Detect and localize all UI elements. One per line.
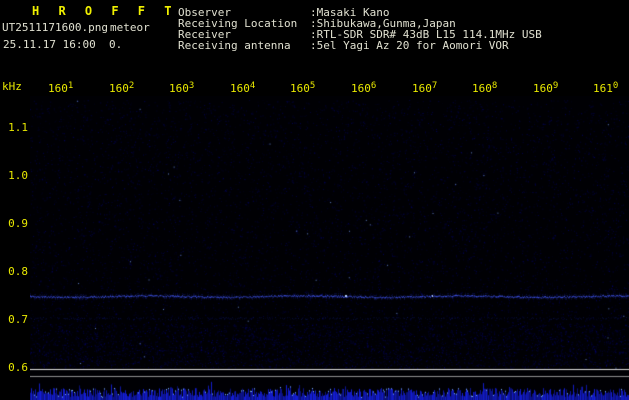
info-label: Receiving antenna: [178, 39, 291, 52]
time-tick-label: 1607: [412, 82, 437, 95]
output-filename: UT2511171600.png: [2, 21, 108, 34]
time-tick-label: 1605: [290, 82, 315, 95]
time-tick-label: 1610: [593, 82, 618, 95]
time-tick-label: 1602: [109, 82, 134, 95]
time-tick-label: 1604: [230, 82, 255, 95]
freq-tick-label: 1.1: [4, 121, 28, 134]
y-axis-unit-label: kHz: [2, 80, 22, 93]
freq-tick-label: 1.0: [4, 169, 28, 182]
time-tick-label: 1603: [169, 82, 194, 95]
filename-row: UT2511171600.png meteor: [2, 21, 150, 34]
time-tick-label: 1601: [48, 82, 73, 95]
freq-tick-label: 0.6: [4, 361, 28, 374]
time-tick-label: 1606: [351, 82, 376, 95]
observatory-tag: meteor: [110, 21, 150, 34]
datetime-text: 25.11.17 16:00 0.: [3, 38, 122, 51]
info-value: :5el Yagi Az 20 for Aomori VOR: [310, 39, 509, 52]
time-tick-label: 1609: [533, 82, 558, 95]
spectrogram-plot: [30, 96, 629, 400]
freq-tick-label: 0.7: [4, 313, 28, 326]
freq-tick-label: 0.9: [4, 217, 28, 230]
hrofft-screen: H R O F F T UT2511171600.png meteor 25.11…: [0, 0, 629, 400]
time-tick-label: 1608: [472, 82, 497, 95]
app-title: H R O F F T: [32, 4, 177, 18]
freq-tick-label: 0.8: [4, 265, 28, 278]
